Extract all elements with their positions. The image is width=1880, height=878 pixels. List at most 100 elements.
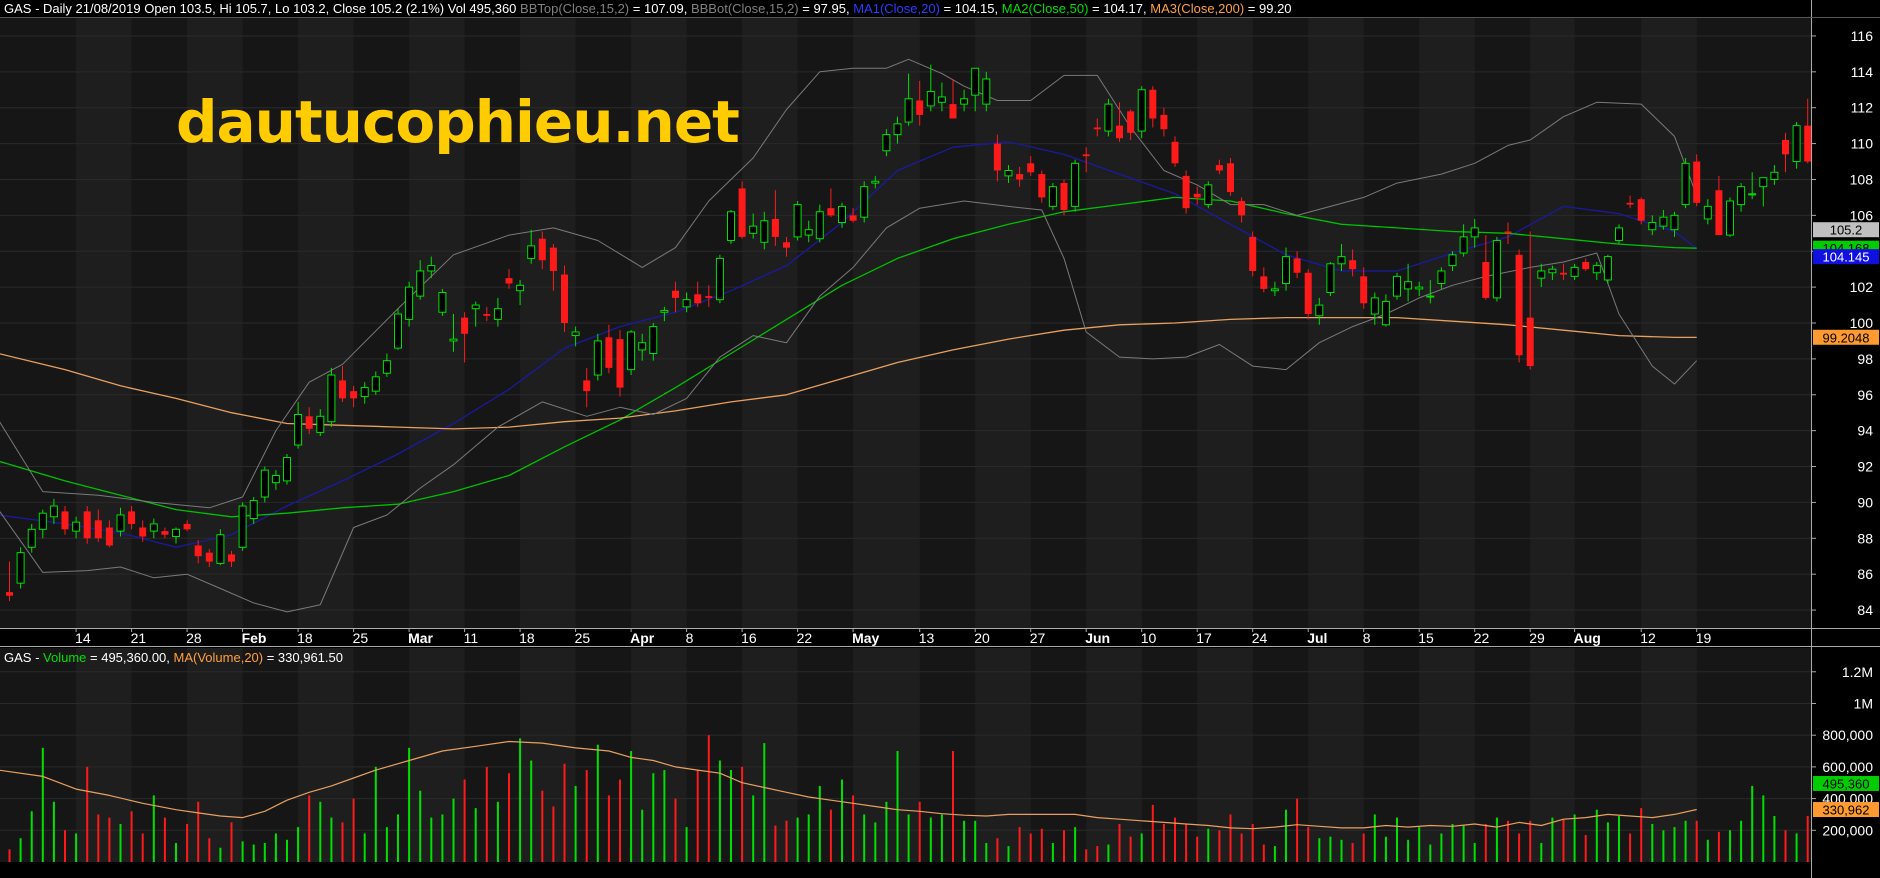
- candle-body-up: [260, 469, 269, 498]
- candle-body-up: [960, 98, 969, 105]
- volume-bar: [874, 822, 877, 862]
- x-tick-label: 21: [131, 630, 147, 646]
- volume-marker: 495,360: [1823, 776, 1870, 791]
- volume-bar: [530, 760, 533, 862]
- candle-body-up: [1537, 270, 1546, 279]
- volume-bar: [1440, 833, 1443, 862]
- volume-bar: [330, 817, 333, 862]
- candle-body-up: [116, 514, 125, 532]
- candle-body-up: [593, 340, 602, 376]
- x-tick-label: 17: [1196, 630, 1212, 646]
- volume-bar: [863, 814, 866, 862]
- volume-bar: [241, 841, 244, 862]
- candle-body-up: [638, 342, 647, 351]
- candle-body-up: [1204, 184, 1213, 206]
- volume-bar: [163, 817, 166, 862]
- legend-bbtop-label: BBTop(Close,15,2): [520, 1, 630, 16]
- candle-body-up: [1759, 177, 1768, 188]
- candle-body-down: [1693, 161, 1701, 203]
- price-legend-ohlc: - Daily 21/08/2019 Open 103.5, Hi 105.7,…: [31, 1, 521, 16]
- volume-bar: [1185, 823, 1188, 862]
- candle-body-down: [1249, 236, 1257, 271]
- x-tick-label: 14: [75, 630, 91, 646]
- volume-bar: [1151, 804, 1154, 862]
- price-tick-label: 86: [1857, 566, 1873, 582]
- candle-body-up: [904, 98, 913, 123]
- volume-bar: [1174, 817, 1176, 862]
- volume-panel[interactable]: [0, 648, 1880, 862]
- candle-body-up: [72, 521, 81, 532]
- volume-bar: [286, 839, 288, 862]
- candle-body-up: [238, 505, 247, 548]
- candle-body-up: [882, 134, 891, 152]
- volume-bar: [1662, 830, 1665, 862]
- volume-bar: [1196, 836, 1199, 862]
- price-tick-label: 92: [1857, 459, 1873, 475]
- candle-body-up: [1137, 89, 1146, 132]
- volume-bar: [208, 838, 211, 862]
- volume-legend-value: = 495,360.00,: [86, 650, 174, 665]
- price-tick-label: 112: [1851, 100, 1874, 116]
- candle-body-up: [1048, 186, 1057, 207]
- candle-body-down: [1060, 183, 1068, 210]
- candle-body-up: [38, 512, 47, 530]
- candle-body-up: [1770, 171, 1779, 180]
- x-tick-label: 15: [1418, 630, 1434, 646]
- candle-body-down: [1082, 154, 1090, 157]
- volume-bar: [1618, 816, 1620, 862]
- x-tick-label: 25: [353, 630, 369, 646]
- x-tick-label: 11: [464, 630, 479, 646]
- volume-bar: [1085, 849, 1088, 862]
- volume-bar: [52, 801, 55, 862]
- volume-bar: [952, 751, 954, 862]
- candle-body-down: [461, 317, 469, 334]
- candle-body-down: [1626, 202, 1634, 205]
- price-tick-label: 108: [1850, 171, 1874, 187]
- volume-bar: [1296, 798, 1299, 862]
- volume-bar: [1362, 833, 1365, 862]
- candle-body-down: [505, 278, 513, 284]
- volume-bar: [1740, 820, 1743, 862]
- volume-bar: [1407, 839, 1410, 862]
- volume-bar: [1451, 823, 1454, 862]
- x-tick-label: 28: [186, 630, 202, 646]
- candle-body-up: [516, 284, 525, 292]
- candle-body-down: [849, 215, 857, 221]
- candle-body-down: [105, 527, 113, 546]
- volume-bar: [1629, 833, 1632, 862]
- candle-body-up: [371, 376, 380, 392]
- candle-body-down: [83, 511, 91, 539]
- candle-body-down: [738, 188, 746, 237]
- price-tick-label: 90: [1857, 494, 1873, 510]
- volume-bar: [1318, 838, 1321, 862]
- volume-bar: [1751, 785, 1754, 862]
- volume-bar: [452, 798, 455, 862]
- candle-body-up: [1659, 216, 1668, 227]
- volume-bar: [1684, 820, 1687, 862]
- candle-body-down: [783, 242, 790, 248]
- candle-body-down: [483, 314, 491, 316]
- candle-body-down: [1260, 276, 1268, 289]
- volume-bar: [1285, 809, 1287, 862]
- volume-bar: [352, 798, 355, 862]
- candle-body-up: [382, 360, 391, 374]
- volume-bar: [1096, 846, 1099, 862]
- candle-body-up: [1370, 297, 1379, 315]
- volume-bar: [818, 785, 821, 862]
- x-tick-label: 22: [1474, 630, 1490, 646]
- candle-body-down: [549, 247, 557, 271]
- candle-body-up: [216, 534, 225, 564]
- volume-bar: [252, 844, 255, 862]
- candle-body-up: [760, 220, 769, 243]
- volume-bar: [1384, 836, 1387, 862]
- candle-body-down: [949, 104, 957, 119]
- volume-bar: [75, 833, 78, 862]
- candle-body-up: [727, 211, 735, 241]
- volume-bar: [385, 827, 388, 862]
- legend-bbbot-value: = 97.95,: [798, 1, 854, 16]
- candle-body-down: [916, 100, 924, 115]
- x-tick-label: 19: [1696, 630, 1712, 646]
- volume-bar: [1218, 830, 1221, 862]
- volume-bar: [341, 822, 344, 862]
- price-tick-label: 94: [1857, 423, 1873, 439]
